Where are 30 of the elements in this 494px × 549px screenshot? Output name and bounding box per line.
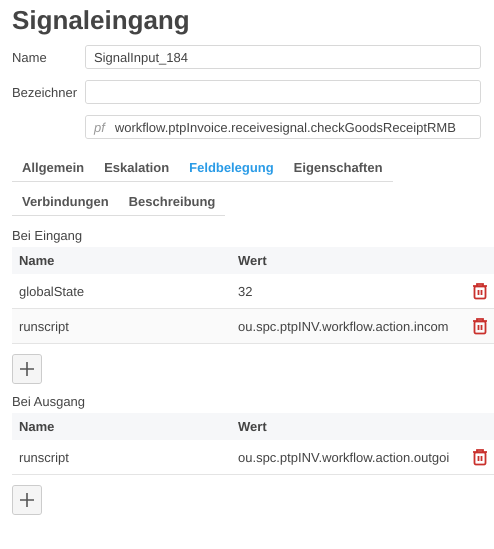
input-field[interactable]: SignalInput_184: [85, 45, 481, 69]
column-header: Wert: [238, 419, 268, 434]
input-field[interactable]: pf workflow.ptpInvoice.receivesignal.checkGoodsReceiptRMB: [85, 115, 481, 139]
add-button[interactable]: [12, 354, 42, 384]
tab[interactable]: Eigenschaften: [284, 155, 393, 182]
field-label: Bezeichner: [12, 84, 78, 100]
tab[interactable]: Allgemein: [12, 155, 94, 182]
trash-icon[interactable]: [472, 448, 488, 466]
trash-icon[interactable]: [472, 317, 488, 335]
section-title: Bei Ausgang: [12, 394, 86, 409]
tab[interactable]: Eskalation: [94, 155, 180, 182]
page-title: Signaleingang: [12, 4, 191, 36]
table-cell-text: 32: [238, 284, 254, 298]
section-title: Bei Eingang: [12, 228, 84, 243]
plus-icon: [19, 492, 35, 508]
table-cell-text: ou.spc.ptpINV.workflow.action.incom: [238, 318, 450, 334]
plus-icon: [19, 361, 35, 377]
tab[interactable]: Verbindungen: [12, 189, 119, 216]
input-field[interactable]: [85, 80, 481, 104]
column-header: Name: [18, 419, 56, 434]
add-button[interactable]: [12, 485, 42, 515]
field-label: Name: [12, 50, 48, 64]
table-cell-text: globalState: [18, 284, 86, 298]
table-cell-text: ou.spc.ptpINV.workflow.action.outgoi: [238, 450, 450, 464]
table-cell-text: runscript: [18, 318, 70, 334]
tab[interactable]: Beschreibung: [118, 189, 226, 216]
trash-icon[interactable]: [472, 282, 488, 300]
column-header: Wert: [238, 253, 268, 268]
table-cell-text: runscript: [18, 450, 70, 464]
column-header: Name: [18, 253, 56, 268]
